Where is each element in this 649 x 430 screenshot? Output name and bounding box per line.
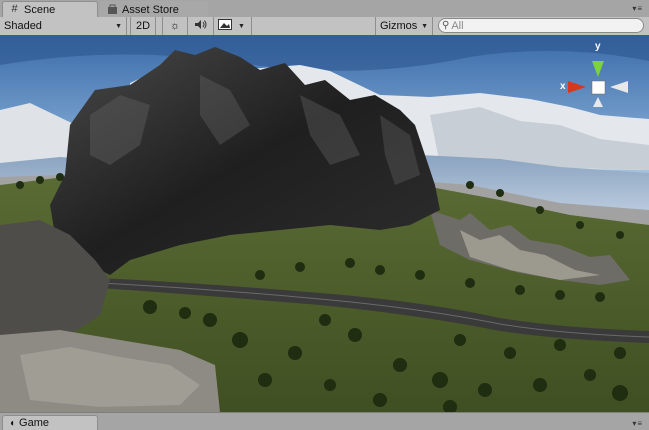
2d-toggle-label: 2D xyxy=(135,20,151,32)
grid-icon: # xyxy=(11,3,18,15)
image-icon xyxy=(218,19,232,33)
2d-toggle-button[interactable]: 2D xyxy=(130,17,156,35)
shading-mode-label: Shaded xyxy=(4,20,42,32)
scene-toolbar: Shaded ▼ 2D ☼ ▼ Gizmos ▼ ⚲ All xyxy=(0,17,649,36)
scene-render xyxy=(0,35,649,412)
sun-icon: ☼ xyxy=(169,20,181,32)
shading-mode-dropdown[interactable]: Shaded ▼ xyxy=(0,17,127,35)
tab-asset-store-label: Asset Store xyxy=(122,3,179,16)
gizmo-center-cube[interactable] xyxy=(591,80,606,95)
chevron-down-icon: ▼ xyxy=(421,22,428,30)
gizmos-label: Gizmos xyxy=(380,20,418,32)
search-icon: ⚲ xyxy=(442,20,450,31)
chevron-down-icon: ▼ xyxy=(238,22,245,30)
tab-scene[interactable]: # Scene xyxy=(2,1,98,17)
tab-scene-label: Scene xyxy=(24,3,56,16)
tab-asset-store[interactable]: Asset Store xyxy=(100,1,208,17)
scene-viewport[interactable]: y x xyxy=(0,35,649,412)
search-placeholder: All xyxy=(451,19,464,32)
tab-game[interactable]: ◖ Game xyxy=(2,415,98,430)
editor-tabbar: # Scene Asset Store ▾≡ xyxy=(0,0,649,18)
gizmo-x-label: x xyxy=(560,81,566,92)
gizmos-dropdown[interactable]: Gizmos ▼ xyxy=(375,17,433,35)
scene-effects-dropdown[interactable]: ▼ xyxy=(214,17,252,35)
shop-icon xyxy=(107,4,118,15)
scene-audio-button[interactable] xyxy=(188,17,214,35)
chevron-down-icon: ▼ xyxy=(115,22,122,30)
pacman-icon: ◖ xyxy=(9,417,16,429)
bottom-tabbar: ◖ Game ▾≡ xyxy=(0,412,649,430)
scene-lighting-button[interactable]: ☼ xyxy=(162,17,188,35)
scene-search-field[interactable]: ⚲ All xyxy=(438,18,644,33)
tab-game-label: Game xyxy=(19,417,50,429)
tab-options-icon[interactable]: ▾≡ xyxy=(632,419,643,428)
tab-options-icon[interactable]: ▾≡ xyxy=(632,4,643,13)
speaker-icon xyxy=(194,19,208,33)
gizmo-y-label: y xyxy=(595,41,601,52)
